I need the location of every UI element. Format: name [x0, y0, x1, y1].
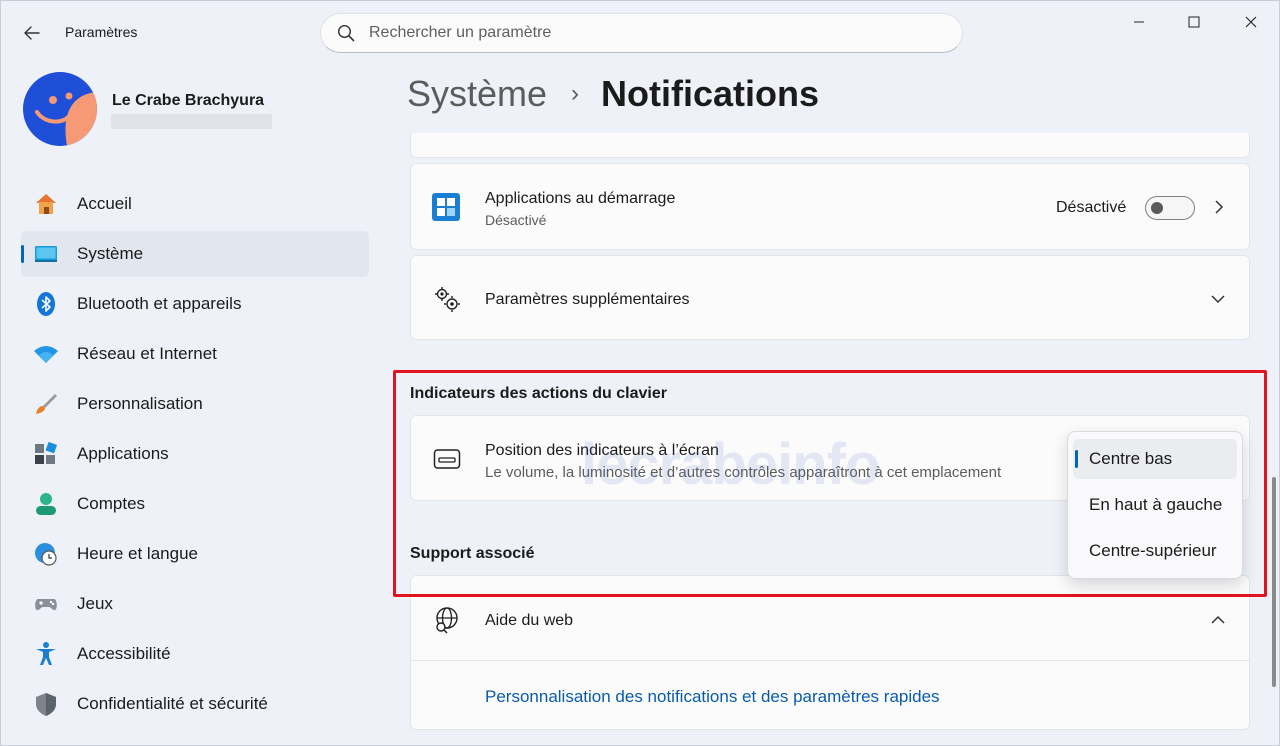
brush-icon [33, 391, 59, 417]
scrollbar-thumb[interactable] [1272, 477, 1276, 687]
sidebar-item-label: Réseau et Internet [77, 344, 217, 363]
gamepad-icon [33, 591, 59, 617]
web-help-icon [433, 606, 461, 639]
system-icon [33, 241, 59, 267]
sidebar-item-jeux[interactable]: Jeux [21, 581, 369, 627]
support-heading: Support associé [410, 545, 535, 562]
chevron-down-icon[interactable] [1210, 292, 1226, 310]
additional-settings-card[interactable]: Paramètres supplémentaires [410, 255, 1250, 340]
startup-apps-state: Désactivé [1056, 199, 1127, 216]
apps-icon [33, 441, 59, 467]
account-icon [33, 491, 59, 517]
back-button[interactable] [17, 19, 47, 47]
accessibility-icon [33, 641, 59, 667]
partial-card[interactable] [410, 133, 1250, 158]
home-icon [33, 191, 59, 217]
breadcrumb-parent[interactable]: Système [407, 73, 547, 115]
chevron-right-icon[interactable] [1213, 199, 1225, 220]
sidebar-item-label: Jeux [77, 594, 113, 613]
indicator-position-title: Position des indicateurs à l’écran [485, 442, 719, 459]
sidebar-item-confidentialite[interactable]: Confidentialité et sécurité [21, 681, 369, 727]
sidebar-nav: Accueil Système Bluetooth et appareils R… [21, 181, 369, 731]
sidebar-item-applications[interactable]: Applications [21, 431, 369, 477]
startup-apps-subtitle: Désactivé [485, 212, 547, 228]
startup-apps-toggle[interactable] [1145, 196, 1195, 220]
sidebar-item-bluetooth[interactable]: Bluetooth et appareils [21, 281, 369, 327]
keyboard-indicator-icon [433, 448, 461, 475]
minimize-icon [1134, 21, 1144, 23]
sidebar-item-label: Heure et langue [77, 544, 198, 563]
close-button[interactable] [1228, 7, 1274, 37]
sidebar-item-label: Accessibilité [77, 644, 171, 663]
startup-apps-icon [431, 192, 461, 227]
close-icon [1245, 16, 1257, 28]
indicator-position-subtitle: Le volume, la luminosité et d’autres con… [485, 464, 1002, 481]
search-icon [337, 24, 355, 42]
dropdown-option-centre-bas[interactable]: Centre bas [1073, 439, 1237, 479]
sidebar-item-label: Accueil [77, 194, 132, 213]
breadcrumb-separator: › [571, 80, 580, 107]
sidebar-item-comptes[interactable]: Comptes [21, 481, 369, 527]
crab-avatar-icon [23, 72, 97, 146]
dropdown-option-centre-superieur[interactable]: Centre-supérieur [1073, 531, 1237, 571]
startup-apps-title: Applications au démarrage [485, 190, 676, 207]
keyboard-indicators-heading: Indicateurs des actions du clavier [410, 385, 667, 402]
maximize-icon [1188, 16, 1200, 28]
sidebar-item-systeme[interactable]: Système [21, 231, 369, 277]
chevron-up-icon[interactable] [1210, 613, 1226, 631]
back-arrow-icon [24, 26, 40, 40]
shield-icon [33, 691, 59, 717]
sidebar-item-accessibilite[interactable]: Accessibilité [21, 631, 369, 677]
sidebar-item-label: Applications [77, 444, 169, 463]
sidebar-item-label: Bluetooth et appareils [77, 294, 242, 313]
user-name: Le Crabe Brachyura [112, 92, 265, 109]
sidebar-item-heure-langue[interactable]: Heure et langue [21, 531, 369, 577]
bluetooth-icon [33, 291, 59, 317]
app-title: Paramètres [65, 24, 138, 40]
web-help-expanded: Personnalisation des notifications et de… [410, 660, 1250, 730]
sidebar-item-personnalisation[interactable]: Personnalisation [21, 381, 369, 427]
gears-icon [433, 285, 461, 318]
web-help-title: Aide du web [485, 612, 574, 629]
search-box[interactable] [320, 13, 963, 53]
sidebar-item-accueil[interactable]: Accueil [21, 181, 369, 227]
notifications-help-link[interactable]: Personnalisation des notifications et de… [485, 687, 940, 707]
dropdown-option-haut-gauche[interactable]: En haut à gauche [1073, 485, 1237, 525]
sidebar-item-label: Système [77, 244, 144, 263]
breadcrumb: Système › Notifications [407, 73, 819, 115]
page-title: Notifications [601, 73, 820, 114]
maximize-button[interactable] [1171, 7, 1217, 37]
startup-apps-card[interactable]: Applications au démarrage Désactivé Désa… [410, 163, 1250, 250]
additional-settings-title: Paramètres supplémentaires [485, 291, 690, 308]
sidebar-item-label: Personnalisation [77, 394, 203, 413]
minimize-button[interactable] [1116, 7, 1162, 37]
search-input[interactable] [369, 24, 929, 42]
avatar[interactable] [23, 72, 97, 146]
position-dropdown-menu[interactable]: Centre bas En haut à gauche Centre-supér… [1067, 431, 1243, 579]
user-email-redacted [111, 114, 272, 129]
sidebar-item-label: Comptes [77, 494, 146, 513]
clock-globe-icon [33, 541, 59, 567]
wifi-icon [33, 341, 59, 367]
settings-window: Paramètres Le Crabe Brachyura [0, 0, 1280, 746]
title-bar: Paramètres [1, 1, 1279, 63]
sidebar-item-reseau[interactable]: Réseau et Internet [21, 331, 369, 377]
web-help-card[interactable]: Aide du web [410, 575, 1250, 661]
sidebar-item-label: Confidentialité et sécurité [77, 694, 268, 713]
